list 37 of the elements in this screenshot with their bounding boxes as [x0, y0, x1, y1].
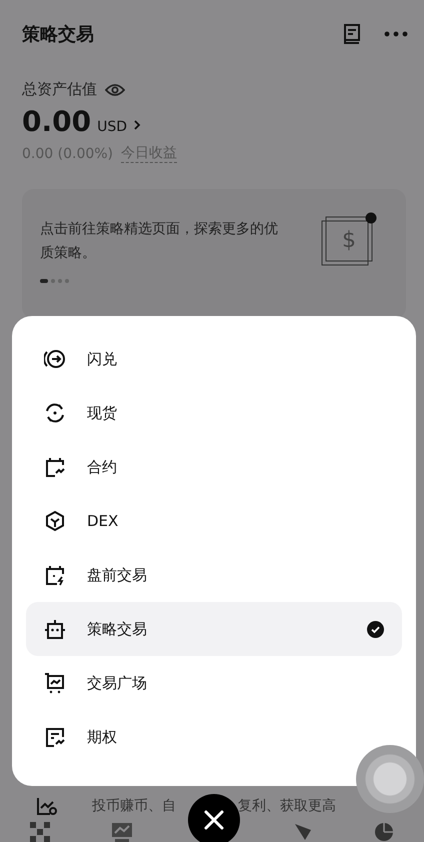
calendar-bolt-icon [44, 564, 66, 586]
assets-label: 总资产估值 [22, 80, 97, 99]
menu-item[interactable]: 闪兑 [26, 332, 402, 386]
menu-item[interactable]: DEX [26, 494, 402, 548]
grid-icon[interactable] [30, 822, 50, 842]
currency-selector[interactable]: USD [97, 119, 128, 135]
document-chart-icon [44, 726, 66, 748]
check-icon [367, 620, 384, 638]
menu-item[interactable]: 盘前交易 [26, 548, 402, 602]
banner-card[interactable]: 点击前往策略精选页面，探索更多的优质策略。 $ [22, 189, 406, 319]
chart-board-icon [44, 672, 66, 694]
close-button[interactable] [188, 794, 240, 842]
menu-item[interactable]: 策略交易 [26, 602, 402, 656]
menu-item[interactable]: 现货 [26, 386, 402, 440]
chart-icon [36, 796, 58, 816]
pie-chart-icon[interactable] [374, 822, 394, 842]
compass-icon[interactable] [293, 822, 314, 842]
asset-amount: 0.00 [22, 105, 92, 138]
dollar-sign: $ [342, 228, 356, 253]
close-icon [204, 810, 224, 830]
product-description: 复利、获取更高 [238, 797, 336, 815]
page-title: 策略交易 [22, 23, 94, 46]
cube-icon [44, 510, 66, 532]
menu-item[interactable]: 期权 [26, 710, 402, 764]
menu-item[interactable]: 交易广场 [26, 656, 402, 710]
swap-icon [44, 348, 66, 370]
menu-item[interactable]: 合约 [26, 440, 402, 494]
product-description: 投币赚币、自 [92, 797, 176, 815]
more-icon[interactable] [384, 31, 408, 37]
book-icon[interactable] [342, 23, 362, 45]
banner-text: 点击前往策略精选页面，探索更多的优质策略。 [40, 220, 279, 263]
calendar-chart-icon [44, 456, 66, 478]
chevron-icon[interactable] [133, 119, 142, 131]
robot-icon [44, 618, 66, 640]
chart-icon[interactable] [110, 822, 133, 842]
eye-icon[interactable] [105, 82, 125, 96]
refresh-icon [44, 402, 66, 424]
